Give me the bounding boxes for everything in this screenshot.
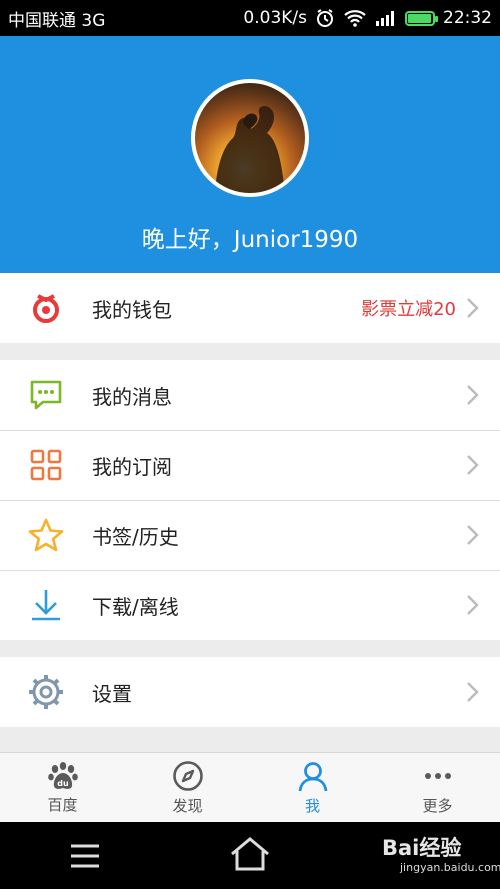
tab-label: 百度	[47, 795, 78, 814]
menu-item-bookmarks[interactable]: 书签/历史	[0, 500, 500, 570]
menu-item-settings[interactable]: 设置	[0, 657, 500, 727]
svg-text:du: du	[57, 779, 69, 788]
network-speed: 0.03K/s	[243, 8, 307, 28]
wallet-section: 我的钱包 影票立减20	[0, 273, 500, 343]
chevron-right-icon	[467, 595, 479, 615]
settings-label: 设置	[92, 681, 132, 706]
menu-item-label: 下载/离线	[92, 594, 179, 619]
watermark-site: jingyan.baidu.com	[400, 861, 500, 874]
tab-label: 发现	[172, 796, 203, 815]
menu-item-downloads[interactable]: 下载/离线	[0, 570, 500, 640]
wifi-icon	[344, 10, 366, 27]
greeting: 晚上好，Junior1990	[141, 227, 359, 253]
tab-me[interactable]: 我	[250, 753, 375, 822]
carrier-label: 中国联通 3G	[8, 10, 106, 31]
menu-item-label: 书签/历史	[92, 524, 179, 549]
tab-more[interactable]: 更多	[375, 753, 500, 822]
tab-baidu[interactable]: du 百度	[0, 753, 125, 822]
alarm-icon	[317, 9, 333, 27]
tab-discover[interactable]: 发现	[125, 753, 250, 822]
signal-icon	[376, 11, 394, 26]
more-dots-icon	[424, 772, 451, 779]
tab-label: 更多	[422, 796, 453, 815]
gear-icon	[29, 675, 63, 709]
avatar[interactable]	[191, 79, 309, 197]
bottom-tab-bar: du 百度 发现 我 更多	[0, 752, 500, 822]
message-icon	[30, 380, 62, 410]
wallet-icon	[33, 294, 59, 323]
watermark-brand: Bai经验	[382, 836, 462, 860]
promo-text: 影票立减20	[361, 299, 456, 320]
menu-item-messages[interactable]: 我的消息	[0, 360, 500, 430]
chevron-right-icon	[467, 455, 479, 475]
status-bar: 中国联通 3G 0.03K/s 22:32	[0, 0, 500, 36]
clock: 22:32	[443, 8, 492, 28]
menu-item-subscriptions[interactable]: 我的订阅	[0, 430, 500, 500]
profile-header: 晚上好，Junior1990	[0, 36, 500, 273]
home-icon[interactable]	[229, 836, 271, 872]
menu-section: 我的消息 我的订阅 书签/历史 下载/离线	[0, 360, 500, 640]
chevron-right-icon	[467, 385, 479, 405]
menu-item-label: 我的消息	[92, 384, 172, 409]
baidu-paw-icon: du	[47, 761, 78, 789]
compass-icon	[172, 760, 203, 791]
person-icon	[298, 761, 327, 791]
star-icon	[28, 518, 64, 552]
wallet-label: 我的钱包	[92, 297, 172, 322]
chevron-right-icon	[467, 298, 479, 318]
tab-label: 我	[304, 796, 320, 815]
download-icon	[32, 590, 60, 621]
chevron-right-icon	[467, 682, 479, 702]
menu-icon[interactable]	[70, 843, 100, 869]
menu-item-label: 我的订阅	[92, 454, 172, 479]
grid-icon	[30, 449, 62, 481]
chevron-right-icon	[467, 525, 479, 545]
settings-section: 设置	[0, 657, 500, 727]
battery-icon	[405, 10, 438, 26]
wallet-row[interactable]: 我的钱包 影票立减20	[0, 273, 500, 343]
